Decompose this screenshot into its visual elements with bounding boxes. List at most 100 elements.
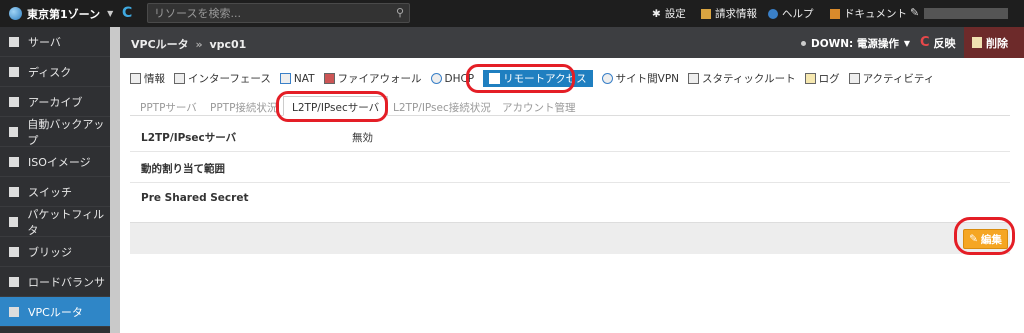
tab-label: スタティックルート xyxy=(702,73,796,85)
breadcrumb-current: vpc01 xyxy=(209,38,247,51)
delete-label: 削除 xyxy=(986,36,1008,50)
sidebar-item[interactable]: ISOイメージ xyxy=(0,147,110,177)
firewall-icon xyxy=(323,73,335,84)
subtab-l2tp-status[interactable]: L2TP/IPsec接続状況 xyxy=(393,100,491,115)
breadcrumb: VPCルータ » vpc01 xyxy=(131,36,246,52)
dhcp-icon xyxy=(430,73,442,84)
sidebar-item-label: パケットフィルタ xyxy=(27,207,105,237)
chevron-down-icon: ▼ xyxy=(903,39,911,48)
info-icon xyxy=(130,73,141,84)
log-icon xyxy=(804,73,816,84)
sidebar-item-label: VPCルータ xyxy=(28,305,83,319)
sidebar-item[interactable]: スイッチ xyxy=(0,177,110,207)
subtab-pptp-server[interactable]: PPTPサーバ xyxy=(140,100,197,115)
field-label: L2TP/IPsecサーバ xyxy=(141,132,237,144)
sidebar-item[interactable]: 自動バックアップ xyxy=(0,117,110,147)
reflect-button[interactable]: C 反映 xyxy=(920,27,956,58)
tab-label: 情報 xyxy=(144,73,165,85)
sidebar-item[interactable]: VPCルータ xyxy=(0,297,110,327)
power-status-label: DOWN: 電源操作 xyxy=(811,38,899,50)
tab-info[interactable]: 情報 xyxy=(130,70,165,87)
annotation-circle xyxy=(954,217,1015,255)
field-label: Pre Shared Secret xyxy=(141,192,249,204)
search-box: ⚲ xyxy=(147,3,410,23)
resource-header: VPCルータ » vpc01 DOWN: 電源操作 ▼ C 反映 削除 xyxy=(120,27,1024,58)
disc-icon xyxy=(9,156,19,167)
refresh-icon[interactable]: C xyxy=(122,5,132,21)
sidebar-item[interactable]: パケットフィルタ xyxy=(0,207,110,237)
gear-icon: ✱ xyxy=(652,7,661,20)
tab-nat[interactable]: NAT xyxy=(279,70,315,87)
docs-link[interactable]: ドキュメント xyxy=(830,0,907,27)
globe-icon xyxy=(9,7,22,20)
chevron-down-icon: ▼ xyxy=(107,9,114,18)
filter-icon xyxy=(9,216,19,227)
subtab-account[interactable]: アカウント管理 xyxy=(502,100,576,115)
tab-log[interactable]: ログ xyxy=(804,70,840,87)
tab-activity[interactable]: アクティビティ xyxy=(848,70,934,87)
route-icon xyxy=(688,73,700,84)
tab-label: ログ xyxy=(818,73,840,85)
nat-icon xyxy=(279,73,291,84)
globe-icon xyxy=(601,73,613,84)
help-label: ヘルプ xyxy=(782,8,814,20)
power-status-menu[interactable]: DOWN: 電源操作 ▼ xyxy=(801,36,910,51)
refresh-icon: C xyxy=(920,35,930,50)
tab-label: ファイアウォール xyxy=(337,73,422,85)
search-input[interactable] xyxy=(154,6,384,21)
status-dot-icon xyxy=(801,41,806,46)
help-icon xyxy=(768,8,778,19)
backup-icon xyxy=(9,126,19,137)
activity-icon xyxy=(848,73,860,84)
docs-label: ドキュメント xyxy=(844,8,907,20)
tab-label: サイト間VPN xyxy=(615,73,680,85)
breadcrumb-separator: » xyxy=(195,38,203,51)
breadcrumb-parent[interactable]: VPCルータ xyxy=(131,38,189,51)
server-icon xyxy=(9,36,19,47)
action-bar: ✎ 編集 xyxy=(130,222,1010,254)
bridge-icon xyxy=(9,246,19,257)
document-icon xyxy=(830,8,840,19)
sidebar-item-label: ブリッジ xyxy=(28,245,72,259)
disk-icon xyxy=(9,66,19,77)
switch-icon xyxy=(9,186,19,197)
field-row-l2tp-server: L2TP/IPsecサーバ 無効 xyxy=(130,122,1010,152)
user-menu[interactable] xyxy=(924,8,1008,19)
subtab-pptp-status[interactable]: PPTP接続状況 xyxy=(210,100,277,115)
zone-selector[interactable]: 東京第1ゾーン ▼ xyxy=(9,0,113,27)
trash-icon xyxy=(972,37,982,48)
delete-button[interactable]: 削除 xyxy=(964,27,1024,58)
tab-interface[interactable]: インターフェース xyxy=(174,70,271,87)
sidebar-item-label: ディスク xyxy=(28,65,72,79)
sidebar-item-label: サーバ xyxy=(28,35,61,49)
tab-site-vpn[interactable]: サイト間VPN xyxy=(601,70,680,87)
pen-icon: ✎ xyxy=(910,6,920,19)
search-icon[interactable]: ⚲ xyxy=(396,6,404,19)
sidebar-item-label: 自動バックアップ xyxy=(27,117,105,147)
sidebar-item[interactable]: サーバ xyxy=(0,27,110,57)
sidebar-item[interactable]: ブリッジ xyxy=(0,237,110,267)
archive-icon xyxy=(9,96,19,107)
settings-link[interactable]: ✱ 設定 xyxy=(652,0,686,27)
loadbalancer-icon xyxy=(9,276,19,287)
sidebar-item-label: ロードバランサ xyxy=(28,275,105,289)
field-row-dynamic-range: 動的割り当て範囲 xyxy=(130,152,1010,183)
tab-label: インターフェース xyxy=(188,73,271,85)
reflect-label: 反映 xyxy=(933,36,956,50)
sidebar-item[interactable]: ディスク xyxy=(0,57,110,87)
field-row-psk: Pre Shared Secret xyxy=(130,183,1010,222)
sidebar-item[interactable]: アーカイブ xyxy=(0,87,110,117)
annotation-circle xyxy=(466,64,575,93)
tab-label: NAT xyxy=(293,72,315,85)
settings-label: 設定 xyxy=(664,8,686,20)
tab-firewall[interactable]: ファイアウォール xyxy=(323,70,422,87)
help-link[interactable]: ヘルプ xyxy=(768,0,814,27)
billing-link[interactable]: 請求情報 xyxy=(701,0,757,27)
field-label: 動的割り当て範囲 xyxy=(141,163,225,175)
sidebar-item-label: アーカイブ xyxy=(28,95,83,109)
tab-static-route[interactable]: スタティックルート xyxy=(688,70,796,87)
sidebar-scrollbar[interactable] xyxy=(110,27,120,333)
sidebar-item[interactable]: ロードバランサ xyxy=(0,267,110,297)
sidebar-item-label: ISOイメージ xyxy=(28,155,91,169)
top-bar: 東京第1ゾーン ▼ C ⚲ ✱ 設定 請求情報 ヘルプ ドキュメント ✎ xyxy=(0,0,1024,27)
